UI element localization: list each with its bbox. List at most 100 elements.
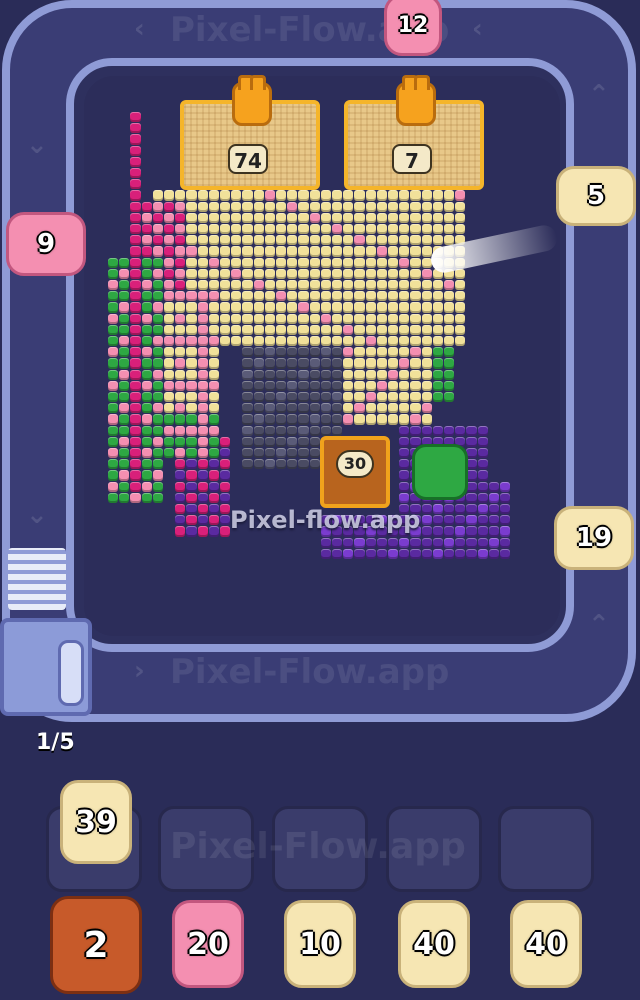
pixel-block [242, 436, 253, 447]
pixel-block [152, 268, 163, 279]
pixel-block [197, 392, 208, 403]
pig-left[interactable]: 9 [6, 212, 86, 276]
pig-right-lower[interactable]: 19 [554, 506, 634, 570]
pixel-block [175, 302, 186, 313]
pixel-block [220, 246, 231, 257]
pixel-block [164, 302, 175, 313]
pixel-block [152, 235, 163, 246]
pixel-block [141, 313, 152, 324]
pixel-block [130, 492, 141, 503]
pixel-block [175, 190, 186, 201]
pixel-block [376, 369, 387, 380]
pixel-block [309, 324, 320, 335]
pixel-block [343, 347, 354, 358]
queue-pig-5[interactable]: 40 [510, 900, 582, 988]
pixel-block [309, 459, 320, 470]
pixel-block [354, 369, 365, 380]
pixel-block [253, 403, 264, 414]
pixel-block [197, 347, 208, 358]
pixel-block [309, 280, 320, 291]
pixel-block [130, 380, 141, 391]
pixel-block [186, 347, 197, 358]
pixel-block [399, 392, 410, 403]
pixel-block [376, 548, 387, 559]
pixel-block [130, 392, 141, 403]
tray-right-count: 7 [392, 144, 432, 174]
pixel-block [119, 268, 130, 279]
pixel-block [186, 336, 197, 347]
pig-top[interactable]: 12 [384, 0, 442, 56]
pixel-block [298, 392, 309, 403]
pixel-block [354, 537, 365, 548]
pixel-block [320, 548, 331, 559]
pixel-block [421, 369, 432, 380]
pixel-block [220, 470, 231, 481]
pixel-block [298, 291, 309, 302]
pixel-block [421, 302, 432, 313]
pixel-block [231, 336, 242, 347]
pixel-block [399, 257, 410, 268]
pixel-block [264, 380, 275, 391]
pixel-block [175, 515, 186, 526]
pixel-block [432, 212, 443, 223]
slot-pig[interactable]: 39 [60, 780, 132, 864]
pixel-block [208, 515, 219, 526]
pixel-block [276, 358, 287, 369]
queue-pig-1[interactable]: 2 [50, 896, 142, 994]
pixel-block [309, 369, 320, 380]
pixel-block [220, 190, 231, 201]
pixel-block [264, 313, 275, 324]
holding-slot-5[interactable] [498, 806, 594, 892]
pixel-block [141, 470, 152, 481]
pixel-block [119, 358, 130, 369]
pixel-block [343, 224, 354, 235]
pixel-block [432, 190, 443, 201]
pixel-block [444, 548, 455, 559]
pixel-block [432, 392, 443, 403]
pixel-block [320, 403, 331, 414]
queue-pig-2[interactable]: 20 [172, 900, 244, 988]
pixel-block [231, 224, 242, 235]
pixel-block [376, 358, 387, 369]
pixel-block [399, 235, 410, 246]
pixel-block [253, 291, 264, 302]
pixel-block [152, 212, 163, 223]
pixel-block [287, 291, 298, 302]
pixel-block [376, 347, 387, 358]
pixel-block [152, 425, 163, 436]
pixel-block [444, 190, 455, 201]
pixel-block [365, 324, 376, 335]
pixel-block [298, 246, 309, 257]
queue-pig-4[interactable]: 40 [398, 900, 470, 988]
queue-pig-3[interactable]: 10 [284, 900, 356, 988]
pixel-block [186, 425, 197, 436]
pixel-block [164, 313, 175, 324]
pixel-block [276, 201, 287, 212]
pixel-block [421, 201, 432, 212]
pixel-block [108, 369, 119, 380]
watermark-middle: Pixel-flow.app [230, 506, 421, 534]
pixel-block [399, 280, 410, 291]
pixel-block [455, 324, 466, 335]
pixel-block [455, 504, 466, 515]
pixel-block [410, 548, 421, 559]
pixel-block [253, 336, 264, 347]
pixel-block [410, 537, 421, 548]
pixel-block [264, 235, 275, 246]
pixel-block [309, 246, 320, 257]
pixel-block [242, 347, 253, 358]
pixel-block [208, 190, 219, 201]
pixel-block [376, 392, 387, 403]
pixel-block [466, 436, 477, 447]
pixel-block [186, 235, 197, 246]
pixel-block [141, 414, 152, 425]
pixel-block [444, 324, 455, 335]
pixel-block [152, 190, 163, 201]
pixel-block [141, 280, 152, 291]
pixel-block [276, 324, 287, 335]
pixel-block [276, 212, 287, 223]
pixel-block [365, 291, 376, 302]
pixel-block [152, 358, 163, 369]
pig-right-upper[interactable]: 5 [556, 166, 636, 226]
pixel-block [376, 190, 387, 201]
